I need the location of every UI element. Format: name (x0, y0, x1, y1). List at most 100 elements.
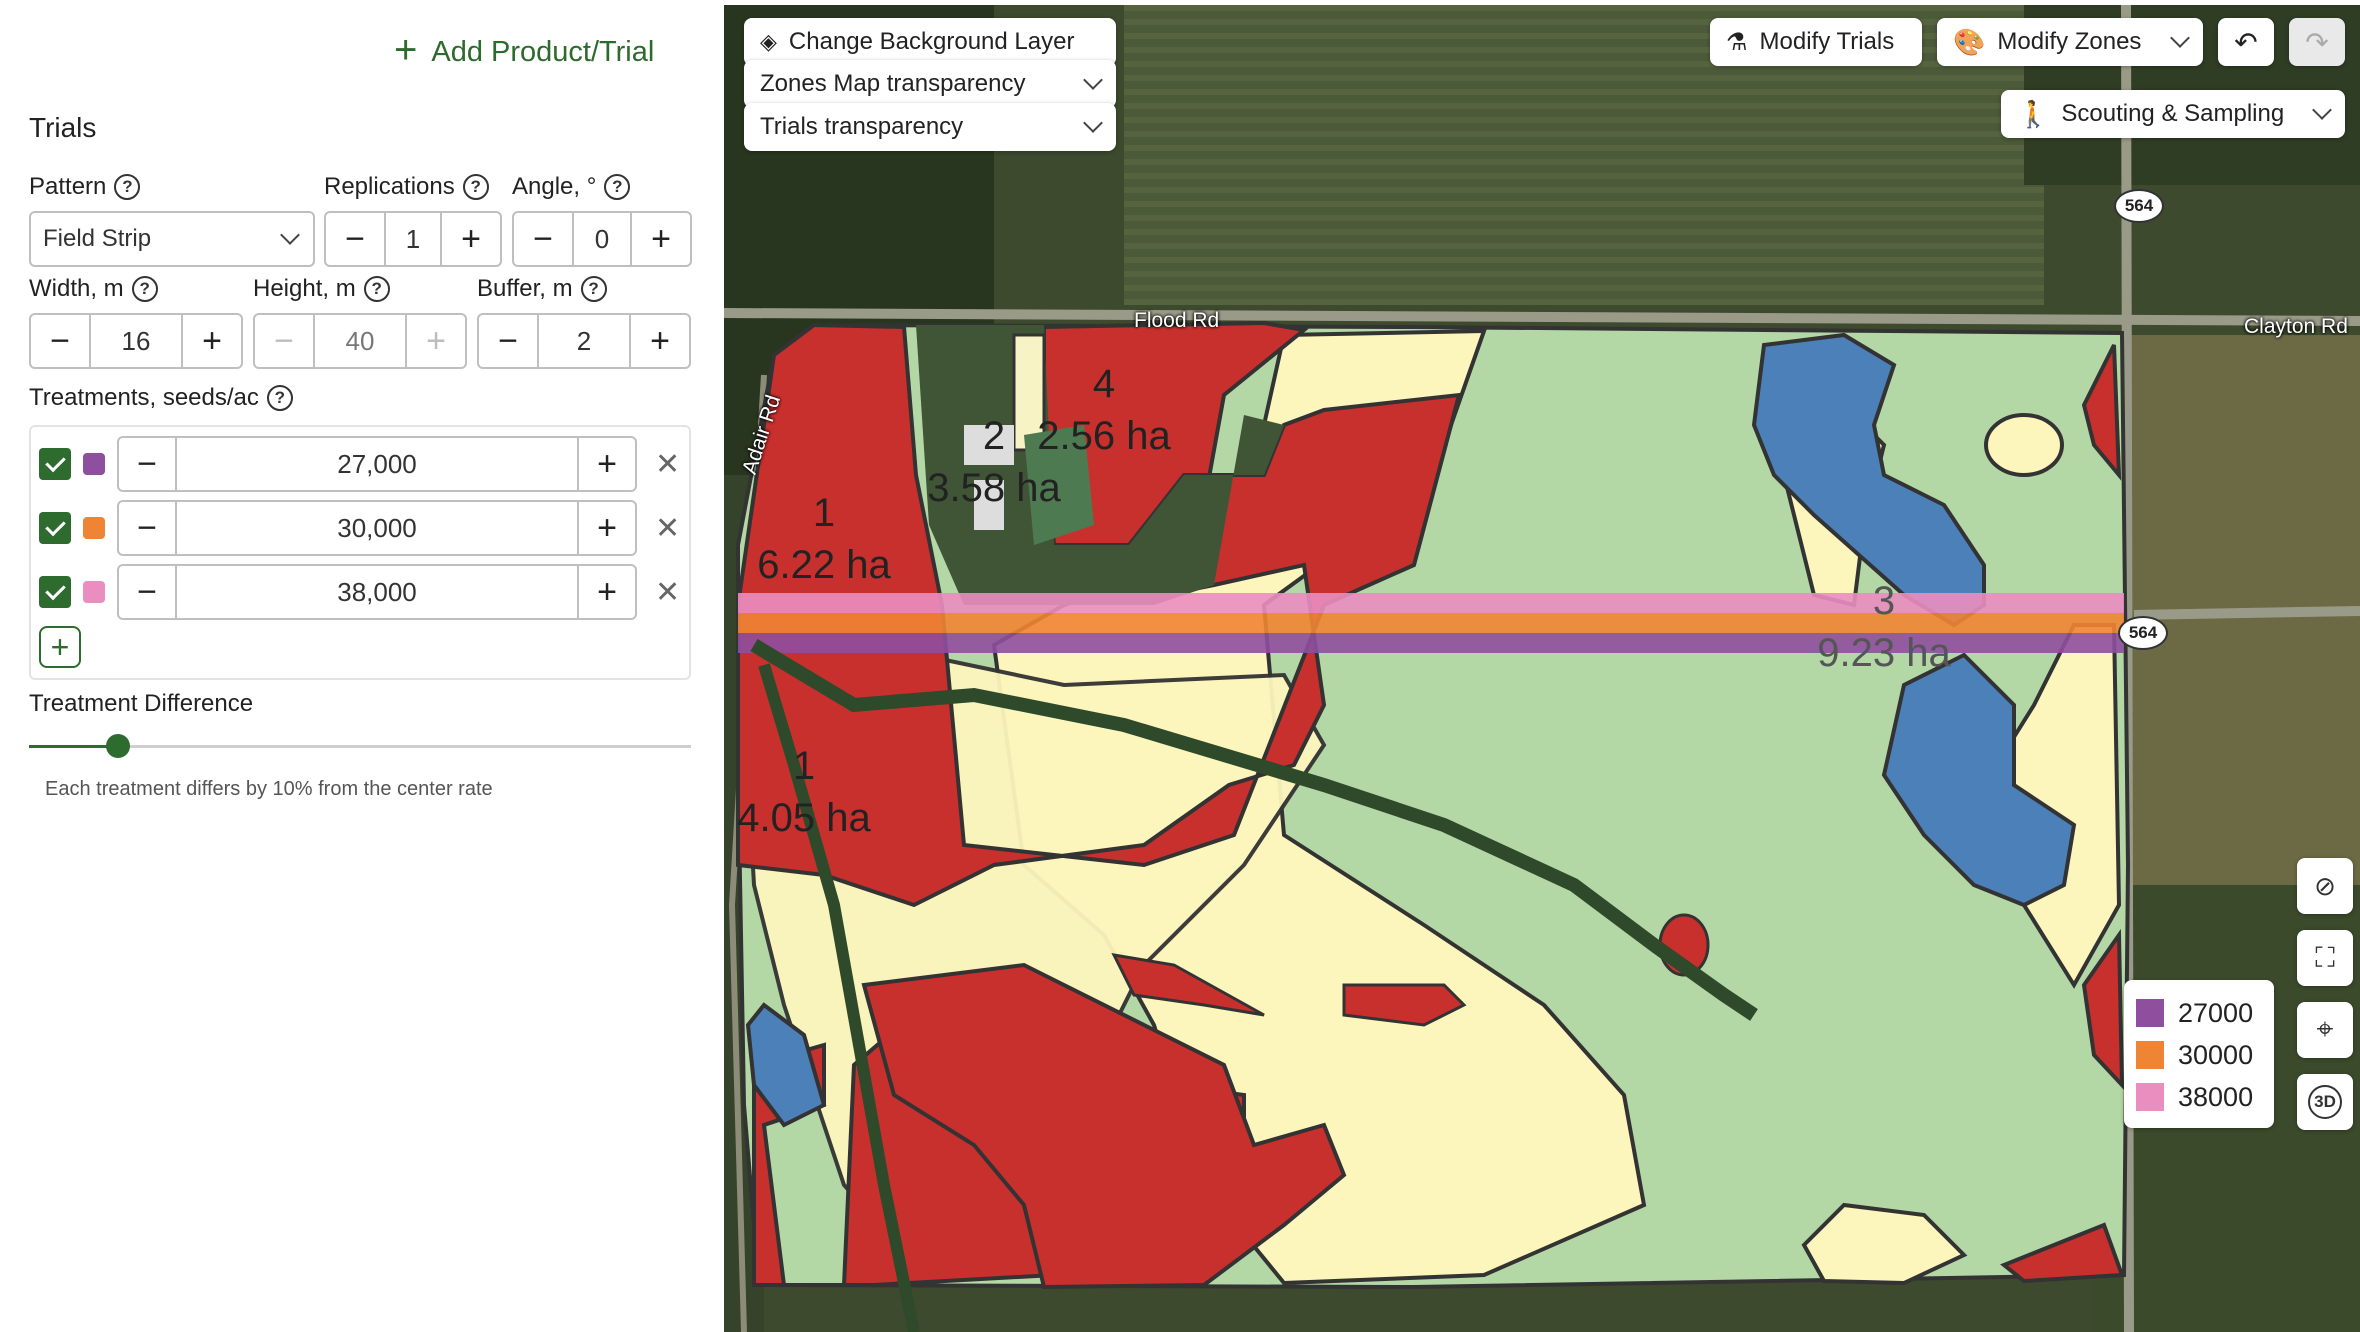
modify-zones-dropdown[interactable]: 🎨 Modify Zones (1937, 18, 2203, 66)
remove-treatment-icon[interactable]: ✕ (655, 447, 680, 482)
legend-item: 27000 (2136, 992, 2262, 1034)
increment-button[interactable]: + (632, 213, 690, 265)
redo-button[interactable]: ↷ (2289, 18, 2345, 66)
zone-label: 3 9.23 ha (1804, 575, 1964, 679)
increment-button[interactable]: + (579, 566, 635, 618)
decrement-button[interactable]: − (514, 213, 572, 265)
increment-button[interactable]: + (579, 502, 635, 554)
increment-button[interactable]: + (631, 315, 689, 367)
zone-area: 9.23 ha (1817, 631, 1951, 675)
fit-bounds-button[interactable]: ⛶ (2297, 930, 2353, 986)
zones-transparency-dropdown[interactable]: Zones Map transparency (744, 60, 1116, 108)
zone-id: 1 (792, 744, 816, 788)
chevron-down-icon (2312, 100, 2332, 120)
locate-me-button[interactable]: ⌖ (2297, 1002, 2353, 1058)
height-stepper: − 40 + (253, 313, 467, 369)
treatment-rate-value[interactable]: 27,000 (175, 438, 579, 490)
modify-zones-label: Modify Zones (1997, 28, 2142, 55)
increment-button[interactable]: + (183, 315, 241, 367)
decrement-button[interactable]: − (326, 213, 384, 265)
width-label: Width, m ? (29, 275, 158, 303)
zones-transparency-label: Zones Map transparency (760, 70, 1026, 97)
zone-id: 1 (812, 491, 836, 535)
trial-settings-panel: + Add Product/Trial Trials Pattern ? Fie… (0, 0, 722, 1332)
increment-button[interactable]: + (579, 438, 635, 490)
increment-button: + (426, 321, 446, 360)
trials-transparency-dropdown[interactable]: Trials transparency (744, 103, 1116, 151)
buffer-label-text: Buffer, m (477, 275, 573, 302)
treatment-checkbox[interactable] (39, 576, 71, 608)
treatment-rate-stepper: − 30,000 + (117, 500, 637, 556)
undo-button[interactable]: ↶ (2218, 18, 2274, 66)
zone-label: 4 2.56 ha (1024, 358, 1184, 462)
decrement-button[interactable]: − (31, 315, 89, 367)
map-view[interactable]: Flood Rd Clayton Rd Adair Rd 564 564 1 6… (724, 5, 2360, 1332)
pattern-select[interactable]: Field Strip (29, 211, 315, 267)
zone-area: 6.22 ha (757, 543, 891, 587)
help-icon[interactable]: ? (131, 276, 158, 302)
layers-icon: ◈ (760, 29, 777, 54)
decrement-button[interactable]: − (479, 315, 537, 367)
focus-frame-icon: ⛶ (2315, 941, 2335, 973)
change-background-layer-button[interactable]: ◈ Change Background Layer (744, 18, 1116, 66)
treatment-rate-stepper: − 27,000 + (117, 436, 637, 492)
help-icon[interactable]: ? (580, 276, 607, 302)
add-treatment-button[interactable]: + (39, 626, 81, 668)
slider-handle[interactable] (106, 734, 130, 758)
treatment-color-swatch (83, 453, 105, 475)
zone-area: 2.56 ha (1037, 414, 1171, 458)
modify-trials-button[interactable]: ⚗ Modify Trials (1710, 18, 1922, 66)
treatments-label: Treatments, seeds/ac ? (29, 384, 293, 412)
treatment-difference-slider[interactable] (29, 734, 691, 758)
help-icon[interactable]: ? (462, 174, 489, 200)
help-icon[interactable]: ? (363, 276, 390, 302)
treatment-row: − 38,000 + ✕ (39, 564, 680, 620)
chevron-down-icon (1083, 113, 1103, 133)
legend-swatch (2136, 1083, 2164, 1111)
treatment-rate-value[interactable]: 30,000 (175, 502, 579, 554)
pattern-label-text: Pattern (29, 173, 107, 200)
decrement-button[interactable]: − (119, 438, 175, 490)
height-value: 40 (313, 315, 407, 367)
layers-off-icon: ⊘ (2314, 870, 2336, 901)
toggle-3d-button[interactable]: 3D (2297, 1074, 2353, 1130)
remove-treatment-icon[interactable]: ✕ (655, 511, 680, 546)
modify-trials-label: Modify Trials (1759, 28, 1895, 55)
help-icon[interactable]: ? (604, 174, 631, 200)
increment-button[interactable]: + (442, 213, 500, 265)
treatments-list: − 27,000 + ✕ − 30,000 + ✕ − 38,000 + ✕ + (29, 425, 691, 680)
decrement-button[interactable]: − (119, 566, 175, 618)
legend-swatch (2136, 1041, 2164, 1069)
remove-treatment-icon[interactable]: ✕ (655, 575, 680, 610)
buffer-value[interactable]: 2 (537, 315, 631, 367)
buffer-stepper: − 2 + (477, 313, 691, 369)
pattern-value: Field Strip (43, 225, 152, 252)
help-icon[interactable]: ? (114, 174, 141, 200)
zone-id: 3 (1872, 579, 1896, 623)
treatment-checkbox[interactable] (39, 512, 71, 544)
rotate-3d-icon: 3D (2308, 1085, 2342, 1119)
flask-icon: ⚗ (1726, 28, 1748, 56)
width-value[interactable]: 16 (89, 315, 183, 367)
angle-value[interactable]: 0 (572, 213, 632, 265)
help-icon[interactable]: ? (266, 385, 293, 411)
treatment-checkbox[interactable] (39, 448, 71, 480)
route-shield: 564 (2118, 616, 2168, 650)
chevron-down-icon (2170, 28, 2190, 48)
section-title: Trials (29, 112, 97, 143)
decrement-button: − (274, 321, 294, 360)
walking-person-icon: 🚶 (2017, 98, 2050, 129)
hide-layers-button[interactable]: ⊘ (2297, 858, 2353, 914)
treatment-rate-stepper: − 38,000 + (117, 564, 637, 620)
buffer-label: Buffer, m ? (477, 275, 607, 303)
treatment-rate-value[interactable]: 38,000 (175, 566, 579, 618)
treatments-label-text: Treatments, seeds/ac (29, 384, 259, 411)
road-label-clayton: Clayton Rd (2244, 315, 2348, 338)
treatment-row: − 27,000 + ✕ (39, 436, 680, 492)
decrement-button[interactable]: − (119, 502, 175, 554)
replications-value[interactable]: 1 (384, 213, 442, 265)
slider-fill (29, 745, 118, 748)
scouting-sampling-dropdown[interactable]: 🚶 Scouting & Sampling (2001, 90, 2345, 138)
add-product-trial-button[interactable]: + Add Product/Trial (394, 30, 654, 74)
zone-id: 4 (1092, 362, 1116, 406)
